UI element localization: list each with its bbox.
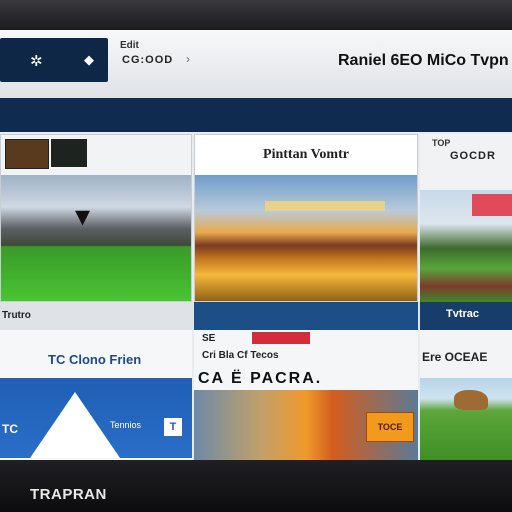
home-button[interactable]: ✲ ◆ xyxy=(0,38,108,82)
nav-code[interactable]: CG:OOD xyxy=(122,54,173,66)
settings-icon[interactable]: ✲ xyxy=(30,52,43,70)
header-band xyxy=(0,98,512,132)
brand-logo: TRAPRAN xyxy=(30,486,107,503)
nav-label[interactable]: Edit xyxy=(120,40,139,51)
search-icon[interactable]: ◆ xyxy=(84,52,94,68)
arrow-icon[interactable]: › xyxy=(186,52,190,66)
tile-title: Ere OCEAE xyxy=(422,350,488,364)
promo-badge[interactable]: TOCE xyxy=(366,412,414,442)
tile-bottom-left[interactable]: TC Clono Frien TC Tennios T xyxy=(0,330,192,460)
red-badge xyxy=(252,332,310,344)
featured-caption: Pinttan Vomtr xyxy=(263,147,349,162)
tile-image xyxy=(195,175,417,301)
thumbnail[interactable] xyxy=(5,139,49,169)
strip-label: Trutro xyxy=(2,310,31,321)
tile-row: SE xyxy=(202,333,216,344)
tent-shape xyxy=(30,392,120,458)
top-bezel xyxy=(0,0,512,30)
tile-title: TC Clono Frien xyxy=(48,352,142,367)
sunset-glow xyxy=(265,201,385,211)
bird-icon: ▾ xyxy=(75,200,91,233)
red-banner xyxy=(472,194,512,216)
tile-heading: CA Ë PACRA. xyxy=(198,370,323,387)
screen: ✲ ◆ Edit CG:OOD › Raniel 6EO MiCo Tvpn ▾… xyxy=(0,30,512,460)
tile-sports[interactable]: ▾ xyxy=(0,134,192,302)
tile-bottom-right[interactable]: Ere OCEAE xyxy=(420,330,512,460)
animal-shape xyxy=(454,390,488,410)
tile-row: Cri Bla Cf Tecos xyxy=(202,350,279,361)
strip-label: Tvtrac xyxy=(446,308,480,320)
tile-image xyxy=(1,175,191,301)
strip-accent xyxy=(194,302,418,330)
tile-badge: T xyxy=(164,418,182,436)
tile-tag: TC xyxy=(2,422,18,436)
thumbnail[interactable] xyxy=(51,139,87,167)
tile-featured[interactable]: Pinttan Vomtr xyxy=(194,134,418,302)
tile-code: GOCDR xyxy=(450,150,496,162)
tile-bottom-mid[interactable]: SE Cri Bla Cf Tecos CA Ë PACRA. TOCE xyxy=(194,330,418,460)
tv-device: ✲ ◆ Edit CG:OOD › Raniel 6EO MiCo Tvpn ▾… xyxy=(0,0,512,512)
tile-tag: Tennios xyxy=(110,420,142,430)
tile-label: TOP xyxy=(432,138,451,148)
page-title: Raniel 6EO MiCo Tvpn xyxy=(338,52,509,69)
header-bar: ✲ ◆ Edit CG:OOD › Raniel 6EO MiCo Tvpn xyxy=(0,30,512,98)
tile-side-top[interactable]: TOP GOCDR xyxy=(420,134,512,302)
